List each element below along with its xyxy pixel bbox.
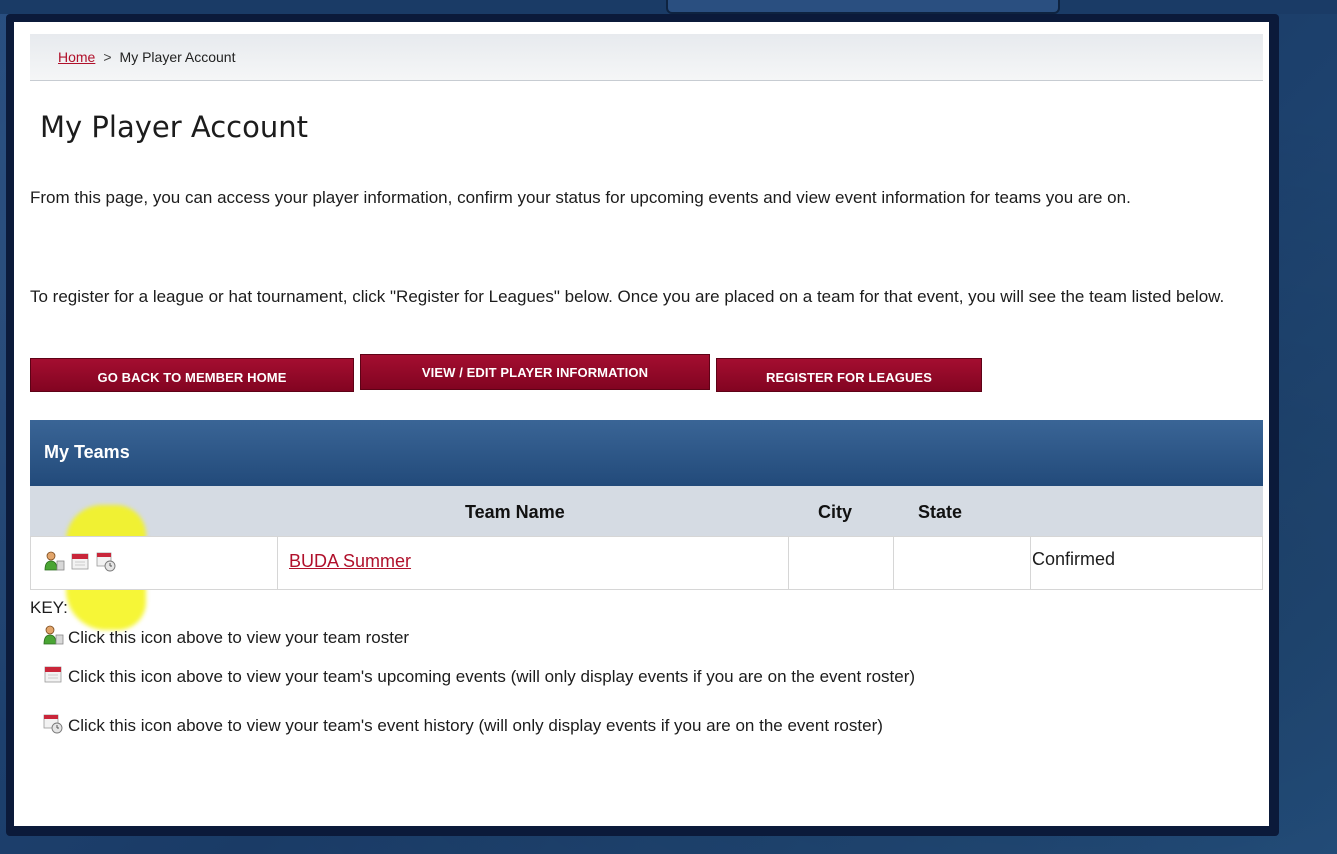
- go-back-member-home-button[interactable]: GO BACK TO MEMBER HOME: [30, 358, 354, 392]
- my-teams-header: My Teams: [30, 420, 1263, 486]
- key-item-roster: Click this icon above to view your team …: [30, 624, 1255, 650]
- breadcrumb-separator: >: [103, 49, 112, 65]
- view-edit-player-info-button[interactable]: VIEW / EDIT PLAYER INFORMATION: [360, 354, 710, 390]
- column-team-name: Team Name: [465, 502, 565, 522]
- team-name-link[interactable]: BUDA Summer: [289, 551, 411, 572]
- key-item-text: Click this icon above to view your team'…: [68, 716, 883, 735]
- breadcrumb: Home > My Player Account: [30, 34, 1263, 81]
- breadcrumb-current: My Player Account: [119, 49, 236, 65]
- page-title: My Player Account: [40, 110, 308, 144]
- key-label: KEY:: [30, 598, 68, 617]
- key-item-text: Click this icon above to view your team …: [68, 628, 410, 647]
- teams-table-header: Team Name City State: [30, 486, 1263, 536]
- cell-divider: [788, 537, 789, 589]
- event-history-icon[interactable]: [95, 550, 117, 572]
- background-window-tab: [666, 0, 1060, 14]
- upcoming-events-icon[interactable]: [69, 550, 91, 572]
- cell-divider: [893, 537, 894, 589]
- intro-text: From this page, you can access your play…: [30, 188, 1131, 207]
- key-item-text: Click this icon above to view your team'…: [68, 667, 916, 686]
- key-item-upcoming-events: Click this icon above to view your team'…: [30, 663, 1255, 689]
- roster-icon[interactable]: [43, 550, 65, 572]
- event-history-icon: [42, 712, 64, 734]
- upcoming-events-icon: [42, 663, 64, 685]
- status-confirmed: Confirmed: [1032, 549, 1116, 569]
- roster-icon: [42, 624, 64, 646]
- key-item-event-history: Click this icon above to view your team'…: [30, 712, 1255, 738]
- table-row: BUDA Summer Confirmed: [30, 536, 1263, 590]
- register-for-leagues-button[interactable]: REGISTER FOR LEAGUES: [716, 358, 982, 392]
- cell-divider: [1030, 537, 1031, 589]
- cell-divider: [277, 537, 278, 589]
- row-action-icons: [43, 550, 117, 572]
- column-city: City: [818, 502, 853, 522]
- breadcrumb-home-link[interactable]: Home: [58, 49, 95, 65]
- my-teams-title: My Teams: [44, 442, 130, 462]
- register-instructions: To register for a league or hat tourname…: [30, 287, 1225, 306]
- column-state: State: [918, 502, 963, 522]
